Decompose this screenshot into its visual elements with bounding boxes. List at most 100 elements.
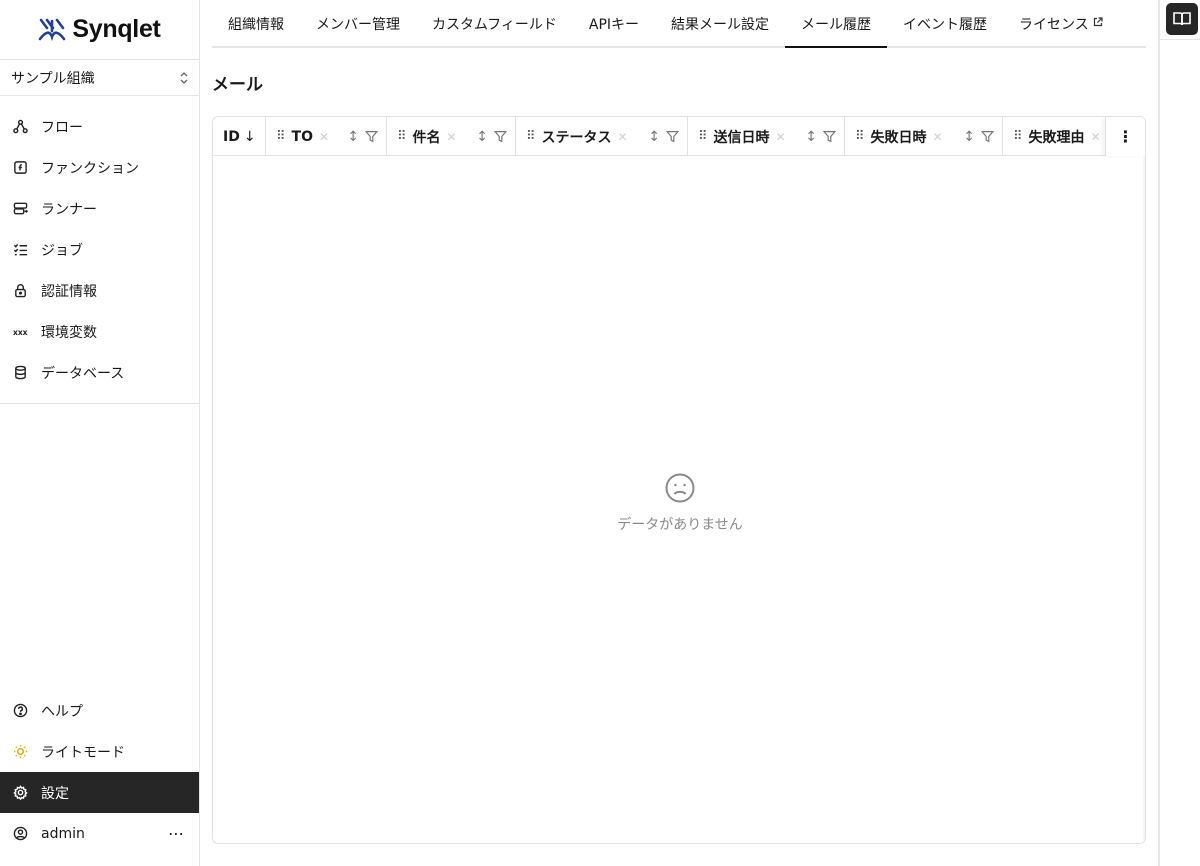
right-panel-header xyxy=(1160,0,1200,40)
svg-text:xxx: xxx xyxy=(13,328,28,337)
sidebar: Synqlet サンプル組織 フロー ファンクション ランナー ジョブ 認証情報… xyxy=(0,0,200,866)
nav-item-flow[interactable]: フロー xyxy=(0,106,199,147)
clear-icon[interactable]: ✕ xyxy=(319,130,329,144)
nav-item-light-mode[interactable]: ライトモード xyxy=(0,731,199,772)
nav-item-label: 認証情報 xyxy=(41,283,97,300)
tab-event-history[interactable]: イベント履歴 xyxy=(887,1,1003,48)
settings-tabs: 組織情報 メンバー管理 カスタムフィールド APIキー 結果メール設定 メール履… xyxy=(212,0,1146,48)
sun-icon xyxy=(12,744,28,760)
filter-icon[interactable] xyxy=(494,130,507,143)
right-panel xyxy=(1158,0,1200,866)
clear-icon[interactable]: ✕ xyxy=(618,130,628,144)
clear-icon[interactable]: ✕ xyxy=(1091,130,1101,144)
filter-icon[interactable] xyxy=(823,130,836,143)
chevron-up-down-icon xyxy=(179,71,189,85)
tab-label: メール履歴 xyxy=(801,16,872,33)
column-label: ステータス xyxy=(541,129,612,146)
nav-item-user[interactable]: admin ⋯ xyxy=(0,813,199,854)
column-header-sent-at[interactable]: ⠿ 送信日時 ✕ ↕ xyxy=(688,117,845,156)
filter-icon[interactable] xyxy=(666,130,679,143)
tab-label: APIキー xyxy=(588,16,640,33)
nav-item-jobs[interactable]: ジョブ xyxy=(0,229,199,270)
tab-mail-history[interactable]: メール履歴 xyxy=(785,1,888,48)
flow-icon xyxy=(12,119,28,135)
column-menu-button[interactable]: ⋮ xyxy=(1105,117,1145,156)
user-icon xyxy=(12,826,28,842)
column-label: TO xyxy=(291,128,313,145)
nav-item-help[interactable]: ヘルプ xyxy=(0,690,199,731)
column-header-subject[interactable]: ⠿ 件名 ✕ ↕ xyxy=(387,117,516,156)
nav-item-label: ヘルプ xyxy=(41,703,83,720)
tab-license[interactable]: ライセンス xyxy=(1003,1,1119,48)
table-body: データがありません xyxy=(213,156,1145,843)
column-label: 送信日時 xyxy=(713,129,770,146)
main-content: 組織情報 メンバー管理 カスタムフィールド APIキー 結果メール設定 メール履… xyxy=(212,0,1146,866)
external-link-icon xyxy=(1093,17,1103,30)
column-header-failed-at[interactable]: ⠿ 失敗日時 ✕ ↕ xyxy=(845,117,1003,156)
sort-icon[interactable]: ↕ xyxy=(963,129,975,145)
database-icon xyxy=(12,365,28,381)
nav-item-variables[interactable]: xxx 環境変数 xyxy=(0,311,199,352)
column-header-id[interactable]: ID ↓ xyxy=(213,117,266,156)
function-icon xyxy=(12,160,28,176)
tab-result-mail-settings[interactable]: 結果メール設定 xyxy=(655,1,785,48)
drag-handle-icon[interactable]: ⠿ xyxy=(698,129,708,144)
filter-icon[interactable] xyxy=(365,130,378,143)
sort-icon[interactable]: ↕ xyxy=(476,129,488,145)
drag-handle-icon[interactable]: ⠿ xyxy=(526,129,536,144)
synqlet-logo-icon xyxy=(39,18,66,41)
nav-item-label: 設定 xyxy=(41,785,69,802)
jobs-icon xyxy=(12,242,28,258)
sort-icon[interactable]: ↕ xyxy=(648,129,660,145)
docs-button[interactable] xyxy=(1166,3,1198,35)
bottom-nav: ヘルプ ライトモード 設定 admin ⋯ xyxy=(0,690,199,854)
drag-handle-icon[interactable]: ⠿ xyxy=(1013,129,1023,144)
nav-item-label: ジョブ xyxy=(41,242,83,259)
table-header: ID ↓ ⠿ TO ✕ ↕ ⠿ 件名 ✕ ↕ ⠿ ステータス ✕ ↕ ⠿ 送信日… xyxy=(213,117,1145,156)
more-options-icon[interactable]: ⋯ xyxy=(168,824,185,843)
tab-label: イベント履歴 xyxy=(903,16,988,33)
nav-item-label: ライトモード xyxy=(41,744,125,761)
tab-custom-fields[interactable]: カスタムフィールド xyxy=(416,1,573,48)
sort-icon[interactable]: ↕ xyxy=(347,129,359,145)
nav-item-runner[interactable]: ランナー xyxy=(0,188,199,229)
drag-handle-icon[interactable]: ⠿ xyxy=(397,129,407,144)
organization-select-value: サンプル組織 xyxy=(11,70,95,87)
nav-item-credentials[interactable]: 認証情報 xyxy=(0,270,199,311)
filter-icon[interactable] xyxy=(981,130,994,143)
nav-item-function[interactable]: ファンクション xyxy=(0,147,199,188)
organization-select[interactable]: サンプル組織 xyxy=(0,60,199,96)
sort-icon[interactable]: ↕ xyxy=(805,129,817,145)
tab-api-keys[interactable]: APIキー xyxy=(573,1,655,48)
tab-label: カスタムフィールド xyxy=(432,16,557,33)
nav-item-label: ファンクション xyxy=(41,160,139,177)
lock-icon xyxy=(12,283,28,299)
nav-item-label: 環境変数 xyxy=(41,324,97,341)
clear-icon[interactable]: ✕ xyxy=(933,130,943,144)
column-header-to[interactable]: ⠿ TO ✕ ↕ xyxy=(266,117,387,156)
sad-face-icon xyxy=(665,473,695,503)
runner-icon xyxy=(12,201,28,217)
sort-desc-icon[interactable]: ↓ xyxy=(244,129,256,145)
nav-item-database[interactable]: データベース xyxy=(0,352,199,393)
page-title: メール xyxy=(212,75,263,95)
empty-state: データがありません xyxy=(213,472,1145,534)
column-header-status[interactable]: ⠿ ステータス ✕ ↕ xyxy=(516,117,688,156)
tab-organization-info[interactable]: 組織情報 xyxy=(212,1,300,48)
tab-label: 結果メール設定 xyxy=(671,16,770,33)
app-logo[interactable]: Synqlet xyxy=(0,0,199,60)
clear-icon[interactable]: ✕ xyxy=(776,130,786,144)
help-icon xyxy=(12,703,28,719)
variables-icon: xxx xyxy=(12,324,28,340)
book-open-icon xyxy=(1173,12,1191,26)
mail-history-table: ID ↓ ⠿ TO ✕ ↕ ⠿ 件名 ✕ ↕ ⠿ ステータス ✕ ↕ ⠿ 送信日… xyxy=(212,116,1146,844)
nav-item-label: フロー xyxy=(41,119,83,136)
drag-handle-icon[interactable]: ⠿ xyxy=(855,129,865,144)
drag-handle-icon[interactable]: ⠿ xyxy=(276,129,286,144)
nav-item-settings[interactable]: 設定 xyxy=(0,772,199,813)
app-name: Synqlet xyxy=(72,15,161,43)
clear-icon[interactable]: ✕ xyxy=(447,130,457,144)
tab-member-management[interactable]: メンバー管理 xyxy=(300,1,416,48)
empty-state-message: データがありません xyxy=(617,517,743,533)
nav-item-label: データベース xyxy=(41,365,125,382)
